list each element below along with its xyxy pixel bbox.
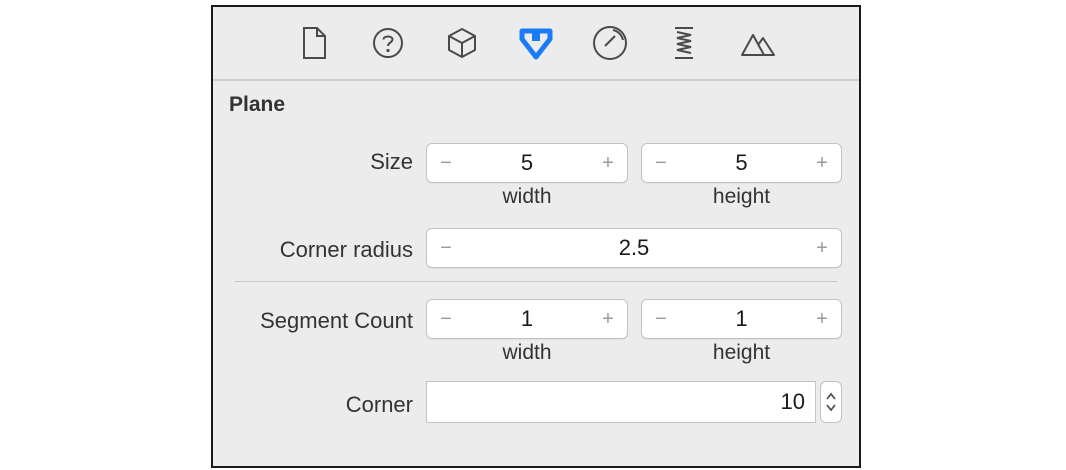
tab-quick-help[interactable] xyxy=(351,7,425,79)
segment-count-height-value[interactable]: 1 xyxy=(676,300,807,338)
size-height-decrement-button[interactable]: − xyxy=(646,144,676,182)
tab-file-inspector[interactable] xyxy=(277,7,351,79)
section-divider xyxy=(235,281,837,282)
size-height-increment-button[interactable]: + xyxy=(807,144,837,182)
physics-spring-icon xyxy=(675,27,693,59)
corner-radius-increment-button[interactable]: + xyxy=(807,229,837,267)
segment-count-height-decrement-button[interactable]: − xyxy=(646,300,676,338)
segment-count-label: Segment Count xyxy=(260,308,413,333)
attributes-inspector-panel: Plane Size − 5 + − 5 + width height Corn… xyxy=(211,5,861,468)
corner-radius-stepper[interactable]: − 2.5 + xyxy=(426,228,842,268)
section-title: Plane xyxy=(229,93,286,116)
segment-count-height-increment-button[interactable]: + xyxy=(807,300,837,338)
segment-count-width-value[interactable]: 1 xyxy=(461,300,593,338)
tab-physics-inspector[interactable] xyxy=(647,7,721,79)
inspector-toolbar xyxy=(213,7,859,79)
tab-material-inspector[interactable] xyxy=(573,7,647,79)
corner-value[interactable]: 10 xyxy=(781,382,805,422)
size-width-decrement-button[interactable]: − xyxy=(431,144,461,182)
chevron-up-icon[interactable] xyxy=(824,390,838,402)
size-width-stepper[interactable]: − 5 + xyxy=(426,143,628,183)
tab-node-inspector[interactable] xyxy=(425,7,499,79)
size-width-value[interactable]: 5 xyxy=(461,144,593,182)
segment-count-height-caption: height xyxy=(712,341,771,364)
cube-icon xyxy=(448,28,476,58)
corner-radius-value[interactable]: 2.5 xyxy=(461,229,807,267)
attributes-arrow-icon xyxy=(519,28,553,60)
chevron-down-icon[interactable] xyxy=(824,402,838,414)
segment-count-width-stepper[interactable]: − 1 + xyxy=(426,299,628,339)
size-width-caption: width xyxy=(502,185,552,208)
segment-count-width-increment-button[interactable]: + xyxy=(593,300,623,338)
segment-count-height-stepper[interactable]: − 1 + xyxy=(641,299,842,339)
size-height-value[interactable]: 5 xyxy=(676,144,807,182)
size-height-caption: height xyxy=(712,185,771,208)
sphere-icon xyxy=(593,26,627,60)
segment-count-width-decrement-button[interactable]: − xyxy=(431,300,461,338)
segment-count-width-caption: width xyxy=(502,341,552,364)
file-icon xyxy=(303,27,326,59)
scene-mountain-icon xyxy=(741,34,775,56)
corner-radius-label: Corner radius xyxy=(279,237,413,262)
toolbar-divider xyxy=(213,79,859,81)
help-icon xyxy=(373,28,403,58)
tab-scene-inspector[interactable] xyxy=(721,7,795,79)
corner-label: Corner xyxy=(345,392,413,417)
tab-attributes-inspector[interactable] xyxy=(499,7,573,79)
corner-updown-stepper[interactable] xyxy=(820,381,842,423)
size-height-stepper[interactable]: − 5 + xyxy=(641,143,842,183)
corner-field[interactable]: 10 xyxy=(426,381,816,423)
corner-radius-decrement-button[interactable]: − xyxy=(431,229,461,267)
size-width-increment-button[interactable]: + xyxy=(593,144,623,182)
size-label: Size xyxy=(370,149,413,174)
